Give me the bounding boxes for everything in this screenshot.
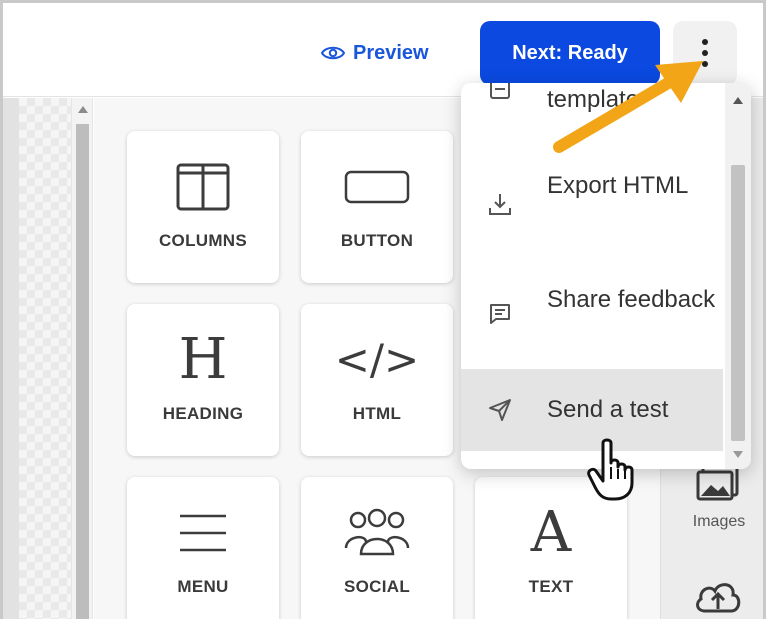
images-label[interactable]: Images xyxy=(677,513,761,531)
block-social[interactable]: SOCIAL xyxy=(301,477,453,619)
scroll-down-arrow-icon[interactable] xyxy=(733,451,743,458)
app-window: Preview Next: Ready COLUMNS BUTTON H HEA… xyxy=(0,0,766,619)
block-label: COLUMNS xyxy=(158,231,248,250)
more-options-button[interactable] xyxy=(673,21,737,85)
template-icon xyxy=(487,83,513,103)
kebab-dot-icon xyxy=(702,39,708,45)
canvas-scrollbar[interactable] xyxy=(71,98,93,619)
block-label: SOCIAL xyxy=(343,577,411,596)
scroll-up-arrow-icon[interactable] xyxy=(78,106,88,113)
next-ready-button[interactable]: Next: Ready xyxy=(480,21,660,85)
block-label: HEADING xyxy=(162,404,244,423)
block-label: TEXT xyxy=(528,577,574,596)
block-label: BUTTON xyxy=(340,231,414,250)
heading-icon: H xyxy=(178,327,228,392)
block-button[interactable]: BUTTON xyxy=(301,131,453,283)
menu-item-label: Share feedback xyxy=(547,286,716,313)
menu-item-share-feedback[interactable]: Share feedback xyxy=(461,279,723,351)
scrollbar-thumb[interactable] xyxy=(76,124,89,619)
code-icon: </> xyxy=(334,335,420,384)
menu-item-template[interactable]: template xyxy=(461,83,723,125)
block-heading[interactable]: H HEADING xyxy=(127,304,279,456)
menu-item-send-test[interactable]: Send a test xyxy=(461,369,723,451)
preview-button[interactable]: Preview xyxy=(321,37,429,69)
menu-item-label: Send a test xyxy=(547,396,669,423)
email-canvas xyxy=(3,98,71,619)
block-label: MENU xyxy=(177,577,229,596)
next-ready-label: Next: Ready xyxy=(512,41,628,64)
menu-item-export-html[interactable]: Export HTML xyxy=(461,167,723,239)
kebab-dot-icon xyxy=(702,50,708,56)
message-icon xyxy=(487,301,513,327)
menu-item-label: Export HTML xyxy=(547,172,689,199)
scroll-up-arrow-icon[interactable] xyxy=(733,97,743,104)
eye-icon xyxy=(321,46,345,60)
menu-scrollbar[interactable] xyxy=(725,83,751,469)
send-icon xyxy=(487,397,513,423)
button-icon xyxy=(301,159,453,215)
block-columns[interactable]: COLUMNS xyxy=(127,131,279,283)
menu-icon xyxy=(127,505,279,561)
people-icon xyxy=(301,505,453,561)
block-text[interactable]: A TEXT xyxy=(475,477,627,619)
kebab-dot-icon xyxy=(702,61,708,67)
text-icon: A xyxy=(530,500,572,565)
block-label: HTML xyxy=(352,404,402,423)
cloud-upload-icon[interactable] xyxy=(693,577,743,617)
block-html[interactable]: </> HTML xyxy=(301,304,453,456)
block-menu[interactable]: MENU xyxy=(127,477,279,619)
preview-label: Preview xyxy=(353,41,429,64)
download-icon xyxy=(487,191,513,217)
menu-item-label: template xyxy=(547,86,640,113)
more-options-menu: template Export HTML Share feedback Send… xyxy=(461,83,751,469)
scrollbar-thumb[interactable] xyxy=(731,165,745,441)
columns-icon xyxy=(127,159,279,215)
images-icon[interactable] xyxy=(695,465,741,501)
